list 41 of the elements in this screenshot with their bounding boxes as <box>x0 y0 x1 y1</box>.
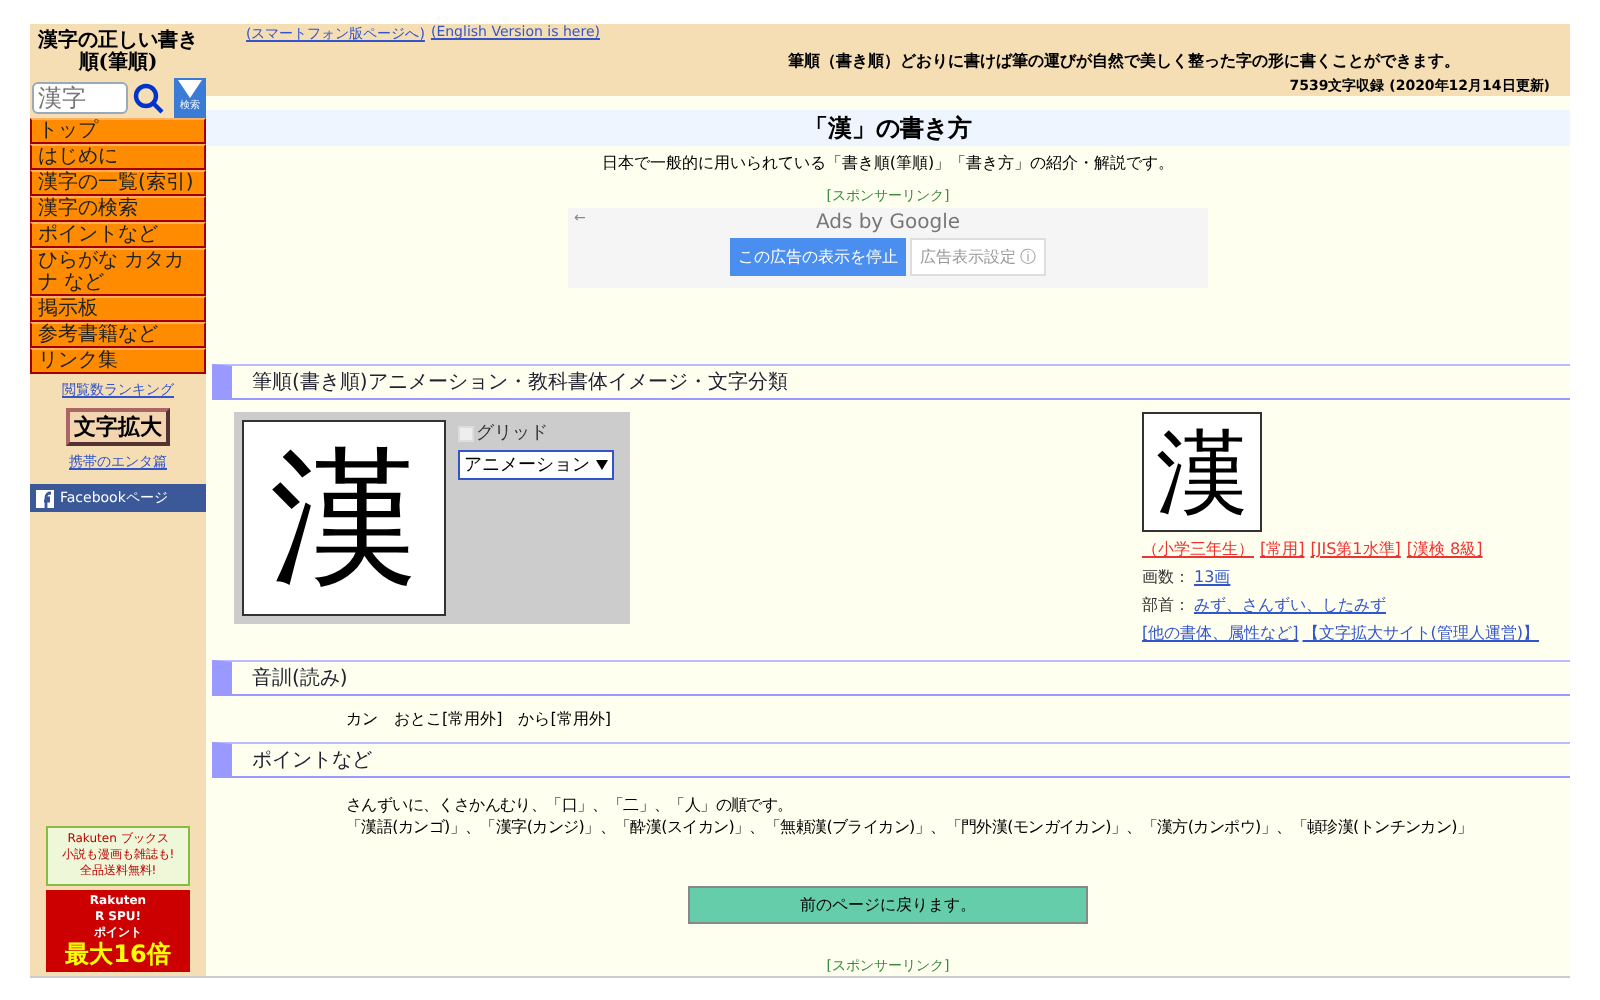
menu-item[interactable]: トップ <box>30 118 206 144</box>
intro-text: 日本で一般的に用いられている「書き順(筆順)」「書き方」の紹介・解説です。 <box>601 152 1175 174</box>
menu-item[interactable]: 漢字の一覧(索引) <box>30 170 206 196</box>
menu-item[interactable]: 掲示板 <box>30 296 206 322</box>
strokes-link[interactable]: 13画 <box>1194 566 1231 588</box>
section-heading: ポイントなど <box>212 742 1570 778</box>
tag-link[interactable]: [漢検 8級] <box>1406 538 1483 560</box>
strokes-label: 画数： <box>1142 566 1190 588</box>
caret-icon <box>178 80 202 98</box>
page-title: 「漢」の書き方 <box>206 110 1570 146</box>
section-heading: 筆順(書き順)アニメーション・教科書体イメージ・文字分類 <box>212 364 1570 400</box>
caret-icon <box>596 460 608 470</box>
menu-item[interactable]: 漢字の検索 <box>30 196 206 222</box>
menu-item[interactable]: リンク集 <box>30 348 206 374</box>
tagline: 筆順（書き順）どおりに書けば筆の運びが自然で美しく整った字の形に書くことができます。 <box>786 50 1462 72</box>
search-field[interactable]: 漢字 <box>32 82 128 114</box>
kanji-display: 漢 <box>242 420 446 616</box>
readings-text: カン おとこ[常用外] から[常用外] <box>344 708 613 732</box>
back-button[interactable]: 前のページに戻ります。 <box>688 886 1088 924</box>
info-link[interactable]: [他の書体、属性など] <box>1142 622 1299 644</box>
grid-checkbox[interactable]: グリッド <box>458 420 614 446</box>
radical-link[interactable]: みず、さんずい、したみず <box>1194 594 1386 616</box>
point-text: 「漢語(カンゴ)」、「漢字(カンジ)」、「酔漢(スイカン)」、「無頼漢(ブライカン)」、「門外漢(モンガイカン)」、「漢方(カンポウ)」、「頓珍漢(トンチンカン)」 <box>344 816 1475 838</box>
site-logo[interactable]: 漢字の正しい書き順(筆順) <box>30 24 206 78</box>
menu-item[interactable]: 参考書籍など <box>30 322 206 348</box>
section-heading: 音訓(読み) <box>212 660 1570 696</box>
zoom-button[interactable]: 文字拡大 <box>66 408 170 446</box>
radical-label: 部首： <box>1142 594 1190 616</box>
menu-item[interactable]: ひらがな カタカナ など <box>30 248 206 296</box>
tag-link[interactable]: [JIS第1水準] <box>1310 538 1401 560</box>
facebook-icon <box>36 489 54 507</box>
menu-item[interactable]: ポイントなど <box>30 222 206 248</box>
menu-item[interactable]: はじめに <box>30 144 206 170</box>
search-icon <box>132 82 164 114</box>
tag-link[interactable]: [常用] <box>1260 538 1305 560</box>
ads-by-label: Ads by Google <box>815 212 961 234</box>
kanji-image: 漢 <box>1142 412 1262 532</box>
tag-link[interactable]: （小学三年生） <box>1142 538 1254 560</box>
point-text: さんずいに、くさかんむり、「口」、「二」、「人」の順です。 <box>344 794 795 816</box>
mode-dropdown[interactable]: アニメーション <box>458 450 614 480</box>
info-link[interactable]: 【文字拡大サイト(管理人運営)】 <box>1302 622 1539 644</box>
